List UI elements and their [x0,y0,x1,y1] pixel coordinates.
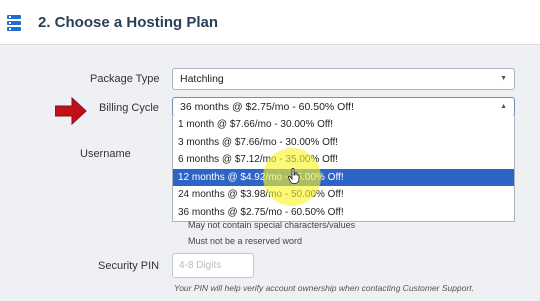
security-pin-label: Security PIN [98,260,160,272]
dropdown-arrow-up-icon: ▲ [500,103,507,110]
billing-option-3-months[interactable]: 3 months @ $7.66/mo - 30.00% Off! [173,134,514,152]
billing-option-24-months[interactable]: 24 months @ $3.98/mo - 50.00% Off! [173,186,514,204]
package-type-select[interactable]: Hatchling ▼ [172,68,515,90]
billing-cycle-options: 1 month @ $7.66/mo - 30.00% Off! 3 month… [172,116,515,222]
red-arrow-icon [55,97,87,125]
billing-option-36-months[interactable]: 36 months @ $2.75/mo - 60.50% Off! [173,204,514,222]
security-pin-note: Your PIN will help verify account owners… [174,283,475,293]
package-type-label: Package Type [90,73,160,85]
billing-cycle-value: 36 months @ $2.75/mo - 60.50% Off! [180,101,354,113]
username-label: Username [80,148,131,160]
billing-cycle-select[interactable]: 36 months @ $2.75/mo - 60.50% Off! ▲ [172,97,515,117]
billing-option-1-month[interactable]: 1 month @ $7.66/mo - 30.00% Off! [173,116,514,134]
username-hint: May not contain special characters/value… [188,220,356,230]
username-hint: Must not be a reserved word [188,236,303,246]
section-header: 2. Choose a Hosting Plan [0,0,540,45]
billing-option-6-months[interactable]: 6 months @ $7.12/mo - 35.00% Off! [173,151,514,169]
server-icon [7,15,21,31]
dropdown-arrow-icon: ▼ [500,75,507,82]
billing-cycle-label: Billing Cycle [99,102,159,114]
section-title: 2. Choose a Hosting Plan [38,14,219,31]
package-type-value: Hatchling [180,73,224,85]
billing-option-12-months[interactable]: 12 months @ $4.92/mo - 45.00% Off! [173,168,514,186]
security-pin-input[interactable]: 4-8 Digits [172,253,254,278]
